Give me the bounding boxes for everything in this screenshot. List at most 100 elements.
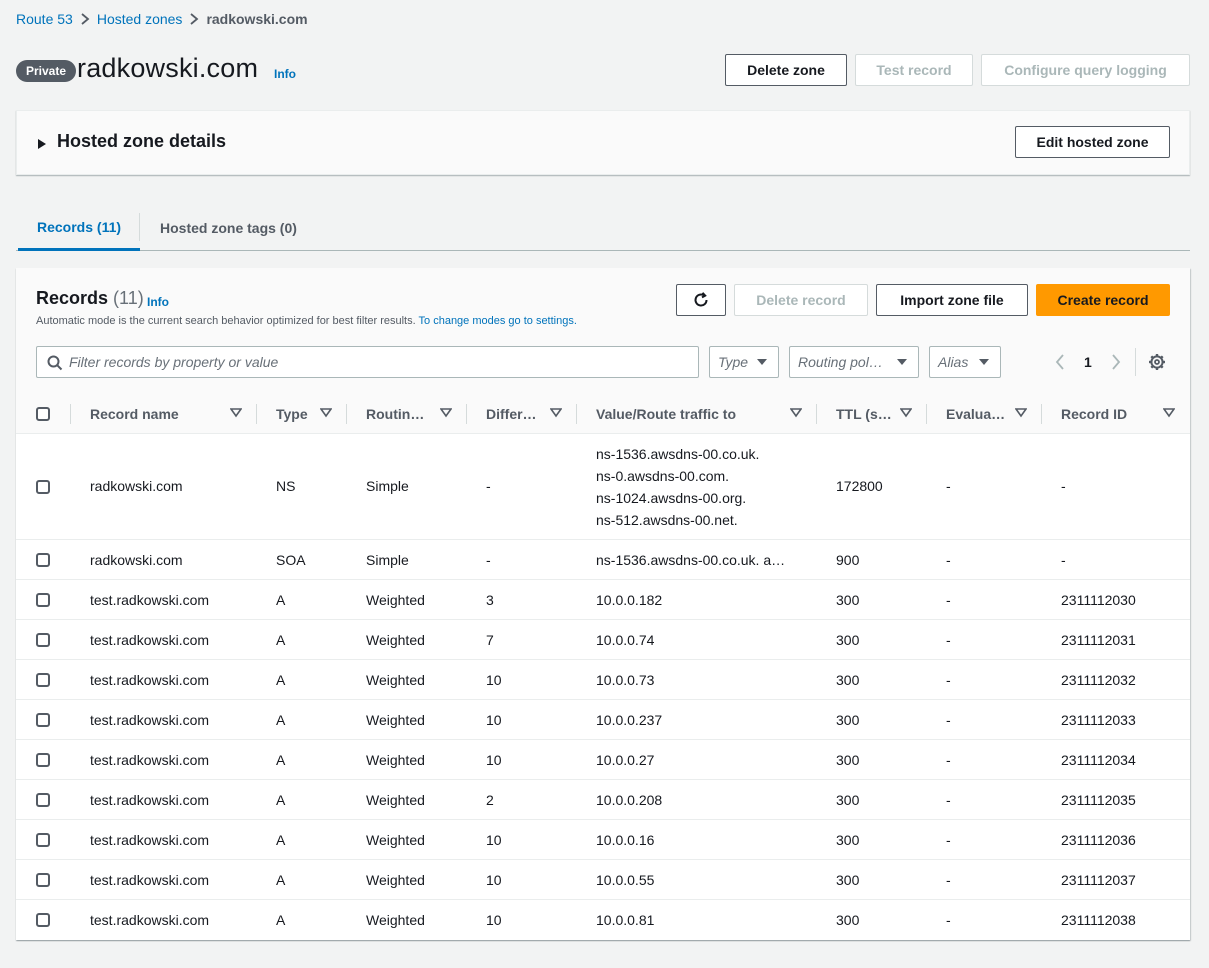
configure-query-logging-button[interactable]: Configure query logging bbox=[981, 54, 1190, 86]
row-checkbox[interactable] bbox=[36, 593, 50, 607]
alias-select[interactable]: Alias bbox=[929, 346, 1001, 378]
routing-policy-cell: Weighted bbox=[366, 912, 425, 928]
edit-hosted-zone-button[interactable]: Edit hosted zone bbox=[1015, 126, 1170, 158]
row-checkbox[interactable] bbox=[36, 793, 50, 807]
filter-records-input[interactable] bbox=[69, 351, 689, 373]
hosted-zone-details-panel: Hosted zone details bbox=[16, 110, 1190, 175]
column-divider bbox=[1041, 404, 1042, 424]
differentiator-cell: 10 bbox=[486, 912, 502, 928]
value-cell: 10.0.0.208 bbox=[596, 792, 663, 808]
value-line: ns-1024.awsdns-00.org. bbox=[596, 490, 747, 506]
table-row[interactable]: test.radkowski.com A Weighted 10 10.0.0.… bbox=[16, 660, 1190, 700]
tab-bar: Records (11) Hosted zone tags (0) bbox=[16, 205, 1190, 251]
import-zone-file-button[interactable]: Import zone file bbox=[876, 284, 1028, 316]
column-header-type[interactable]: Type bbox=[276, 394, 308, 434]
breadcrumb: Route 53 Hosted zones radkowski.com bbox=[16, 10, 308, 28]
sort-icon[interactable] bbox=[1163, 408, 1175, 418]
hosted-zone-details-toggle[interactable]: Hosted zone details bbox=[57, 131, 226, 152]
column-header-evaluate-health[interactable]: Evalua… bbox=[946, 394, 1005, 434]
sort-icon[interactable] bbox=[230, 408, 242, 418]
row-checkbox[interactable] bbox=[36, 673, 50, 687]
delete-zone-button[interactable]: Delete zone bbox=[725, 54, 847, 86]
row-checkbox[interactable] bbox=[36, 553, 50, 567]
create-record-button[interactable]: Create record bbox=[1036, 284, 1170, 316]
row-checkbox[interactable] bbox=[36, 713, 50, 727]
breadcrumb-route53[interactable]: Route 53 bbox=[16, 11, 73, 27]
record-name-cell[interactable]: test.radkowski.com bbox=[90, 872, 209, 888]
breadcrumb-hosted-zones[interactable]: Hosted zones bbox=[97, 11, 183, 27]
differentiator-cell: 10 bbox=[486, 752, 502, 768]
sort-icon[interactable] bbox=[550, 408, 562, 418]
column-header-differentiator[interactable]: Differ… bbox=[486, 394, 537, 434]
column-header-record-name[interactable]: Record name bbox=[90, 394, 179, 434]
row-checkbox[interactable] bbox=[36, 913, 50, 927]
page-number[interactable]: 1 bbox=[1084, 354, 1092, 370]
value-line: ns-1536.awsdns-00.co.uk. bbox=[596, 446, 760, 462]
filter-records-field[interactable] bbox=[36, 346, 699, 378]
column-header-record-id[interactable]: Record ID bbox=[1061, 394, 1127, 434]
header-info-link[interactable]: Info bbox=[274, 67, 296, 81]
value-cell: 10.0.0.55 bbox=[596, 872, 655, 888]
routing-policy-cell: Simple bbox=[366, 478, 409, 494]
ttl-cell: 300 bbox=[836, 752, 860, 768]
tab-hosted-zone-tags[interactable]: Hosted zone tags (0) bbox=[160, 205, 297, 251]
records-description-text: Automatic mode is the current search beh… bbox=[36, 315, 416, 327]
tab-divider bbox=[139, 213, 140, 241]
column-header-routing[interactable]: Routin… bbox=[366, 394, 424, 434]
record-name-cell[interactable]: test.radkowski.com bbox=[90, 592, 209, 608]
table-row[interactable]: radkowski.com NS Simple - ns-1536.awsdns… bbox=[16, 434, 1190, 540]
refresh-button[interactable] bbox=[676, 284, 726, 316]
record-name-cell[interactable]: radkowski.com bbox=[90, 478, 183, 494]
table-row[interactable]: test.radkowski.com A Weighted 2 10.0.0.2… bbox=[16, 780, 1190, 820]
sort-icon[interactable] bbox=[900, 408, 912, 418]
table-row[interactable]: test.radkowski.com A Weighted 3 10.0.0.1… bbox=[16, 580, 1190, 620]
caret-right-icon[interactable] bbox=[37, 137, 47, 153]
previous-page-icon[interactable] bbox=[1054, 354, 1066, 373]
record-id-cell: 2311112035 bbox=[1061, 792, 1136, 808]
record-name-cell[interactable]: test.radkowski.com bbox=[90, 752, 209, 768]
select-all-checkbox[interactable] bbox=[36, 407, 50, 421]
delete-record-button[interactable]: Delete record bbox=[734, 284, 868, 316]
table-row[interactable]: test.radkowski.com A Weighted 10 10.0.0.… bbox=[16, 860, 1190, 900]
record-name-cell[interactable]: test.radkowski.com bbox=[90, 712, 209, 728]
sort-icon[interactable] bbox=[440, 408, 452, 418]
column-header-ttl[interactable]: TTL (s… bbox=[836, 394, 892, 434]
column-header-value[interactable]: Value/Route traffic to bbox=[596, 394, 736, 434]
table-row[interactable]: radkowski.com SOA Simple - ns-1536.awsdn… bbox=[16, 540, 1190, 580]
record-name-cell[interactable]: test.radkowski.com bbox=[90, 912, 209, 928]
column-divider bbox=[926, 404, 927, 424]
differentiator-cell: 10 bbox=[486, 872, 502, 888]
dropdown-triangle-icon bbox=[979, 359, 989, 365]
type-select[interactable]: Type bbox=[709, 346, 779, 378]
row-checkbox[interactable] bbox=[36, 873, 50, 887]
routing-policy-select[interactable]: Routing pol… bbox=[789, 346, 919, 378]
sort-icon[interactable] bbox=[1015, 408, 1027, 418]
row-checkbox[interactable] bbox=[36, 753, 50, 767]
record-name-cell[interactable]: radkowski.com bbox=[90, 552, 183, 568]
table-row[interactable]: test.radkowski.com A Weighted 10 10.0.0.… bbox=[16, 740, 1190, 780]
tab-records[interactable]: Records (11) bbox=[18, 205, 141, 251]
table-row[interactable]: test.radkowski.com A Weighted 7 10.0.0.7… bbox=[16, 620, 1190, 660]
table-row[interactable]: test.radkowski.com A Weighted 10 10.0.0.… bbox=[16, 900, 1190, 940]
test-record-button[interactable]: Test record bbox=[855, 54, 973, 86]
row-checkbox[interactable] bbox=[36, 633, 50, 647]
change-modes-link[interactable]: To change modes go to settings. bbox=[419, 315, 577, 327]
value-cell: ns-1536.awsdns-00.co.uk. a… bbox=[596, 552, 786, 568]
record-name-cell[interactable]: test.radkowski.com bbox=[90, 832, 209, 848]
next-page-icon[interactable] bbox=[1110, 354, 1122, 373]
record-name-cell[interactable]: test.radkowski.com bbox=[90, 672, 209, 688]
row-checkbox[interactable] bbox=[36, 480, 50, 494]
table-row[interactable]: test.radkowski.com A Weighted 10 10.0.0.… bbox=[16, 820, 1190, 860]
sort-icon[interactable] bbox=[790, 408, 802, 418]
routing-policy-select-label: Routing pol… bbox=[798, 354, 883, 370]
records-info-link[interactable]: Info bbox=[147, 295, 169, 309]
table-row[interactable]: test.radkowski.com A Weighted 10 10.0.0.… bbox=[16, 700, 1190, 740]
record-id-cell: 2311112032 bbox=[1061, 672, 1136, 688]
record-name-cell[interactable]: test.radkowski.com bbox=[90, 792, 209, 808]
sort-icon[interactable] bbox=[320, 408, 332, 418]
gear-icon[interactable] bbox=[1148, 353, 1166, 374]
record-name-cell[interactable]: test.radkowski.com bbox=[90, 632, 209, 648]
column-divider bbox=[70, 404, 71, 424]
row-checkbox[interactable] bbox=[36, 833, 50, 847]
evaluate-health-cell: - bbox=[946, 792, 951, 808]
